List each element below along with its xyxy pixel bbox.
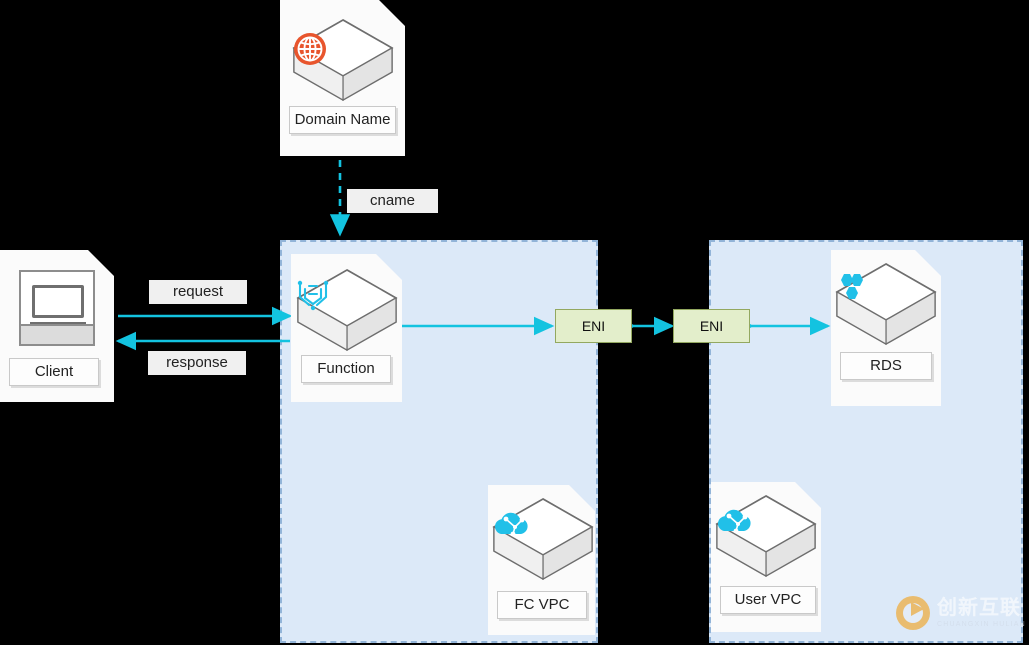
- node-rds[interactable]: RDS: [831, 250, 941, 406]
- rds-label-plate: RDS: [840, 352, 932, 380]
- monitor-tray: [21, 324, 93, 344]
- function-art: [291, 264, 402, 356]
- watermark-text: 创新互联 CHUANGXIN HULIAN: [937, 598, 1026, 628]
- node-fc-vpc[interactable]: FC VPC: [488, 485, 595, 635]
- user-vpc-label: User VPC: [734, 591, 802, 608]
- eni-box-user[interactable]: ENI: [673, 309, 750, 343]
- node-function[interactable]: Function: [291, 254, 402, 402]
- request-edge-label: request: [149, 280, 247, 304]
- client-label: Client: [34, 363, 74, 380]
- vpc-cloud-icon: [711, 503, 821, 547]
- rds-label: RDS: [870, 357, 902, 374]
- client-label-plate: Client: [9, 358, 99, 386]
- isometric-cube: [831, 258, 941, 350]
- function-compute-icon: [292, 277, 402, 321]
- cname-edge-label: cname: [347, 189, 438, 213]
- client-art: [0, 268, 114, 348]
- monitor-icon: [19, 270, 95, 346]
- isometric-cube: [488, 493, 595, 585]
- node-user-vpc[interactable]: User VPC: [711, 482, 821, 632]
- user-vpc-label-plate: User VPC: [720, 586, 816, 614]
- diagram-canvas: Domain Name Client Function RDS FC VPC U…: [0, 0, 1029, 645]
- eni-box-fc[interactable]: ENI: [555, 309, 632, 343]
- response-label-text: response: [166, 354, 228, 371]
- site-watermark: 创新互联 CHUANGXIN HULIAN: [896, 596, 1026, 630]
- domain-name-label-plate: Domain Name: [289, 106, 396, 134]
- monitor-screen: [32, 285, 84, 318]
- fc-vpc-label-plate: FC VPC: [497, 591, 587, 619]
- response-edge-label: response: [148, 351, 246, 375]
- watermark-en-text: CHUANGXIN HULIAN: [937, 621, 1026, 628]
- node-client[interactable]: Client: [0, 250, 114, 402]
- cname-label-text: cname: [369, 192, 416, 209]
- rds-art: [831, 258, 941, 350]
- watermark-cn-text: 创新互联: [937, 597, 1021, 619]
- isometric-cube: [288, 14, 398, 106]
- user-vpc-art: [711, 490, 821, 582]
- eni-label: ENI: [581, 318, 606, 334]
- vpc-cloud-icon: [488, 506, 595, 550]
- isometric-cube: [711, 490, 821, 582]
- node-domain-name[interactable]: Domain Name: [280, 0, 405, 156]
- domain-name-label: Domain Name: [294, 111, 391, 128]
- function-label-plate: Function: [301, 355, 391, 383]
- eni-label: ENI: [699, 318, 724, 334]
- watermark-logo-icon: [896, 596, 930, 630]
- rds-database-icon: [831, 271, 941, 315]
- domain-name-art: [280, 12, 405, 108]
- globe-icon: [288, 27, 398, 71]
- isometric-cube: [292, 264, 402, 356]
- request-label-text: request: [172, 283, 224, 300]
- fc-vpc-art: [488, 493, 595, 585]
- fc-vpc-label: FC VPC: [514, 596, 570, 613]
- function-label: Function: [317, 360, 375, 377]
